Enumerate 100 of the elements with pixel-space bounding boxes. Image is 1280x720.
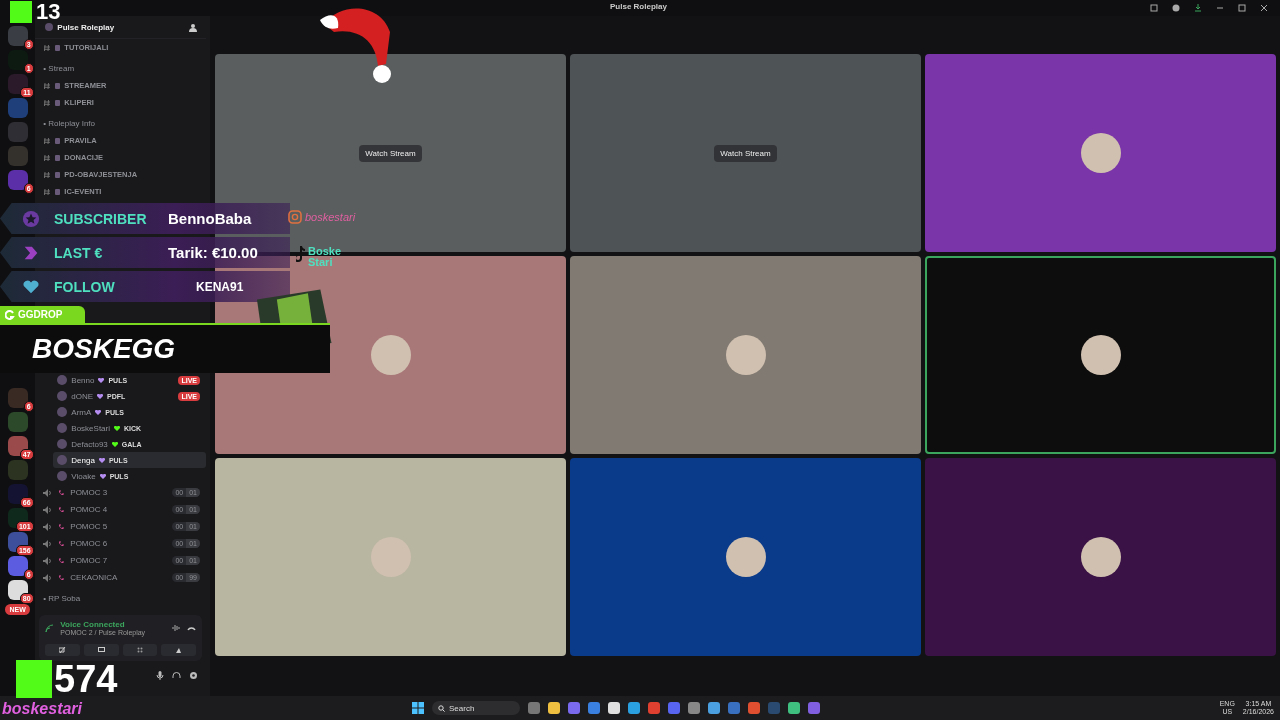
grid-icon bbox=[137, 647, 143, 653]
screen-icon bbox=[97, 647, 105, 653]
user-avatar bbox=[1080, 133, 1121, 173]
phone-icon bbox=[56, 505, 67, 514]
hash-icon bbox=[43, 170, 52, 179]
camera-button[interactable] bbox=[45, 644, 80, 656]
viewer-count: 13 bbox=[36, 1, 61, 23]
speaker-icon bbox=[43, 488, 53, 497]
alert-label: SUBSCRIBER bbox=[54, 210, 148, 227]
close-icon[interactable] bbox=[1260, 4, 1268, 12]
social-handle: boskestari bbox=[305, 211, 356, 223]
phone-icon bbox=[56, 556, 67, 565]
user-name: dONE bbox=[71, 391, 94, 401]
phone-icon bbox=[56, 539, 67, 548]
hash-icon bbox=[43, 43, 52, 52]
participant-tile[interactable] bbox=[570, 458, 921, 656]
avatar bbox=[57, 439, 68, 449]
speaker-icon bbox=[43, 522, 53, 531]
speaker-icon bbox=[43, 556, 53, 565]
emoji-icon bbox=[55, 44, 61, 51]
microphone-icon[interactable] bbox=[156, 671, 164, 680]
server-name[interactable]: Pulse Roleplay bbox=[57, 22, 115, 32]
avatar bbox=[57, 375, 68, 385]
kick-logo-icon bbox=[16, 660, 52, 698]
hash-icon bbox=[43, 98, 52, 107]
phone-icon bbox=[56, 522, 67, 531]
alert-value: KENA91 bbox=[196, 279, 244, 294]
avatar bbox=[57, 455, 68, 465]
soundboard-button[interactable] bbox=[161, 644, 196, 656]
brand-logo-icon bbox=[5, 309, 15, 320]
inbox-icon[interactable] bbox=[1150, 4, 1158, 12]
channel-category[interactable]: • Stream bbox=[35, 60, 206, 77]
taskbar-app-icon[interactable] bbox=[628, 702, 640, 714]
channel-category[interactable]: • RP Soba bbox=[35, 590, 206, 607]
emoji-icon bbox=[55, 137, 61, 144]
speaker-icon bbox=[43, 505, 53, 514]
download-icon[interactable] bbox=[1194, 4, 1202, 12]
window-title: Pulse Roleplay bbox=[610, 2, 667, 11]
waveform-icon[interactable] bbox=[172, 624, 181, 632]
minimize-icon[interactable] bbox=[1216, 4, 1224, 12]
search-field[interactable]: Search bbox=[432, 701, 520, 715]
hash-icon bbox=[43, 187, 52, 196]
screen-share-button[interactable] bbox=[84, 644, 119, 656]
participant-tile[interactable] bbox=[925, 458, 1276, 656]
watch-stream-button[interactable]: Watch Stream bbox=[359, 144, 422, 162]
emoji-icon bbox=[55, 82, 61, 89]
alert-label: LAST € bbox=[54, 244, 104, 261]
emoji-icon bbox=[55, 154, 61, 161]
avatar bbox=[57, 391, 68, 401]
taskbar-app-icon[interactable] bbox=[688, 702, 700, 714]
help-icon[interactable] bbox=[1172, 4, 1180, 12]
phone-icon bbox=[56, 573, 67, 582]
taskbar-app-icon[interactable] bbox=[708, 702, 720, 714]
user-name: Denga bbox=[71, 455, 95, 465]
start-icon[interactable] bbox=[412, 702, 424, 714]
participant-tile[interactable] bbox=[925, 54, 1276, 252]
hash-icon bbox=[43, 153, 52, 162]
emoji-icon bbox=[55, 188, 61, 195]
user-avatar bbox=[1080, 537, 1121, 577]
taskbar-app-icon[interactable] bbox=[548, 702, 560, 714]
speaker-icon bbox=[43, 573, 53, 582]
participant-tile[interactable] bbox=[570, 256, 921, 454]
stream-preview[interactable]: Watch Stream bbox=[570, 54, 921, 252]
user-avatar bbox=[370, 537, 411, 577]
user-name: ArmA bbox=[71, 407, 92, 417]
user-name: BoskeStari bbox=[71, 423, 110, 433]
search-icon bbox=[438, 704, 445, 712]
add-member-icon[interactable] bbox=[189, 22, 198, 32]
user-avatar bbox=[1080, 335, 1121, 375]
user-avatar bbox=[370, 335, 411, 375]
headphones-icon[interactable] bbox=[172, 671, 181, 680]
camera-off-icon bbox=[59, 647, 67, 653]
taskbar-app-icon[interactable] bbox=[788, 702, 800, 714]
alert-label: FOLLOW bbox=[54, 278, 116, 295]
disconnect-icon[interactable] bbox=[187, 625, 196, 631]
signal-icon bbox=[45, 623, 55, 633]
watch-stream-button[interactable]: Watch Stream bbox=[714, 144, 777, 162]
avatar bbox=[57, 407, 68, 417]
music-note-icon bbox=[296, 246, 306, 262]
phone-icon bbox=[56, 488, 67, 497]
user-name: Benno bbox=[71, 375, 95, 385]
emoji-icon bbox=[55, 171, 61, 178]
emoji-icon bbox=[55, 99, 61, 106]
soundboard-icon bbox=[175, 646, 183, 654]
maximize-icon[interactable] bbox=[1238, 4, 1246, 12]
taskbar-app-icon[interactable] bbox=[608, 702, 620, 714]
user-name: Defacto93 bbox=[71, 439, 108, 449]
follower-count: 574 bbox=[54, 660, 118, 698]
speaker-icon bbox=[43, 539, 53, 548]
user-avatar bbox=[725, 335, 766, 375]
avatar bbox=[57, 471, 68, 481]
channel-category[interactable]: • Roleplay Info bbox=[35, 115, 206, 132]
participant-tile[interactable] bbox=[215, 458, 566, 656]
settings-icon[interactable] bbox=[189, 671, 198, 680]
participant-tile[interactable] bbox=[925, 256, 1276, 454]
user-avatar bbox=[725, 537, 766, 577]
avatar bbox=[57, 423, 68, 433]
server-avatar bbox=[45, 23, 54, 31]
promo-code-banner: BOSKEGG bbox=[0, 323, 330, 373]
camera-logo-icon bbox=[288, 210, 302, 224]
